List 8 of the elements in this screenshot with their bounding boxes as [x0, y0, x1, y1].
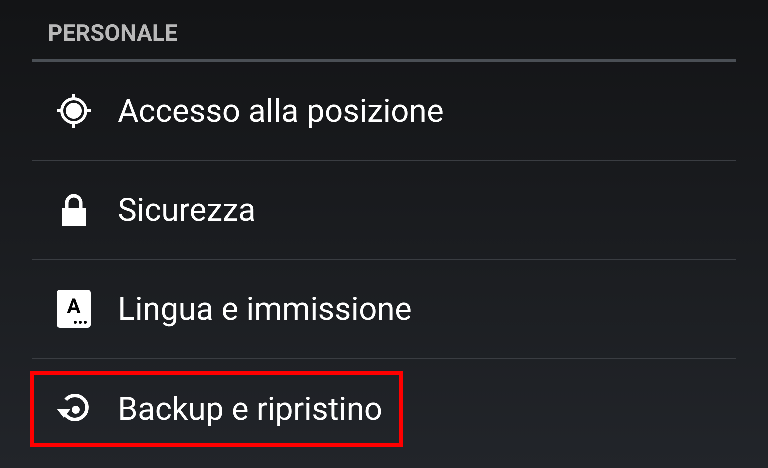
section-header: PERSONALE — [47, 19, 179, 49]
settings-item[interactable]: A Lingua e immissione — [30, 271, 432, 347]
settings-item[interactable]: Backup e ripristino — [30, 370, 403, 446]
settings-item[interactable]: Accesso alla posizione — [30, 73, 464, 149]
lock-icon — [60, 193, 88, 227]
crosshair-icon — [54, 91, 94, 131]
keyboard-icon: A — [57, 290, 91, 328]
settings-item[interactable]: Sicurezza — [30, 172, 276, 248]
